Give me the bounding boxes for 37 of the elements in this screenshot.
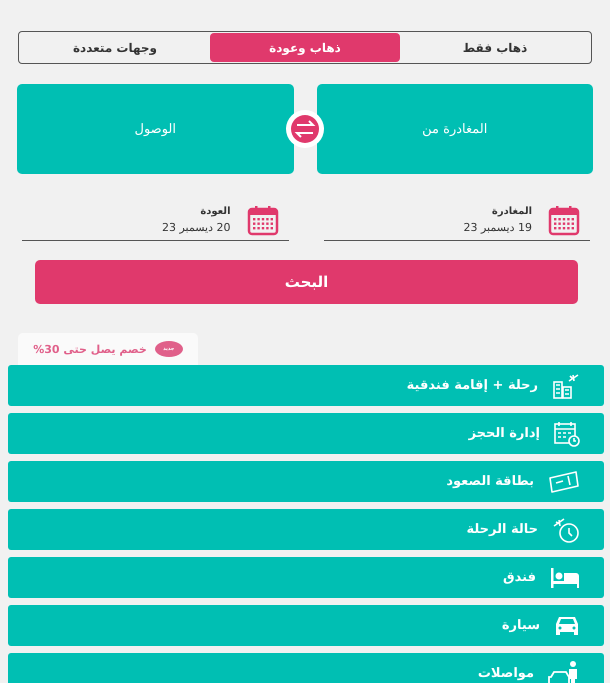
person-car-icon [548, 660, 580, 683]
bed-icon [550, 566, 580, 588]
service-menu-item[interactable]: سيارة [8, 605, 604, 646]
calendar-icon [246, 204, 278, 236]
trip-type-tab[interactable]: ذهاب وعودة [210, 33, 400, 62]
menu-item-label: بطاقة الصعود [446, 474, 534, 489]
service-menu-item[interactable]: إدارة الحجز [8, 413, 604, 454]
car-icon [554, 614, 580, 636]
date-value: 20 ديسمبر 23 [162, 220, 230, 234]
date-label: العودة [199, 206, 230, 216]
calendar-icon [548, 204, 580, 236]
plane-building-icon [552, 372, 580, 398]
plane-clock-icon [552, 516, 580, 544]
date-field[interactable]: المغادرة 19 ديسمبر 23 [324, 201, 590, 241]
search-button[interactable]: البحث [35, 260, 578, 304]
calendar-clock-icon [554, 420, 580, 446]
menu-item-label: مواصلات [478, 666, 534, 681]
service-menu-item[interactable]: رحلة + إقامة فندقية [8, 365, 604, 406]
trip-type-tab[interactable]: وجهات متعددة [20, 33, 210, 62]
menu-item-label: سيارة [502, 618, 540, 633]
menu-item-label: فندق [503, 570, 536, 585]
service-menu-item[interactable]: فندق [8, 557, 604, 598]
service-menu-item[interactable]: بطاقة الصعود [8, 461, 604, 502]
date-field[interactable]: العودة 20 ديسمبر 23 [22, 201, 288, 241]
ticket-icon [548, 470, 580, 494]
service-menu-item[interactable]: حالة الرحلة [8, 509, 604, 550]
departure-field[interactable]: المغادرة من [316, 84, 593, 174]
date-value: 19 ديسمبر 23 [463, 220, 532, 234]
menu-item-label: رحلة + إقامة فندقية [406, 378, 538, 393]
menu-item-label: حالة الرحلة [466, 522, 538, 537]
arrival-field[interactable]: الوصول [17, 84, 294, 174]
swap-icon[interactable] [285, 109, 325, 149]
date-label: المغادرة [490, 206, 532, 216]
menu-item-label: إدارة الحجز [468, 426, 540, 441]
service-menu-item[interactable]: مواصلات [8, 653, 604, 683]
promo-text: خصم يصل حتى 30% [33, 342, 147, 356]
trip-type-tab[interactable]: ذهاب فقط [400, 33, 590, 62]
